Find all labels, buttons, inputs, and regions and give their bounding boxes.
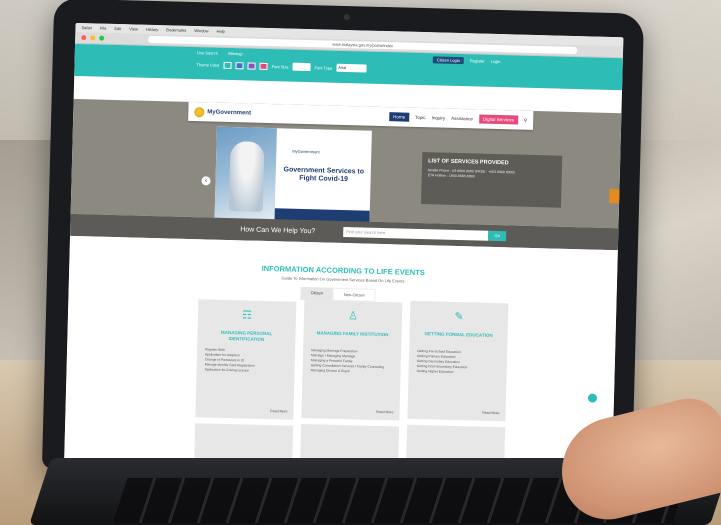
camera-icon: [343, 13, 350, 21]
nav-topic[interactable]: Topic: [415, 115, 426, 120]
menu-item[interactable]: File: [100, 26, 107, 31]
theme-label: Theme Color: [196, 61, 220, 68]
slide-title: Government Services to Fight Covid-19: [283, 166, 365, 184]
life-event-card[interactable]: ☶ MANAGING PERSONAL IDENTIFICATION Regis…: [195, 299, 297, 420]
theme-swatch[interactable]: [259, 62, 268, 70]
card-title: MANAGING FAMILY INSTITUTION: [316, 330, 389, 338]
feedback-tab[interactable]: [609, 188, 620, 204]
font-type-select[interactable]: Arial: [336, 63, 367, 73]
help-search-input[interactable]: Find your search here: [343, 227, 489, 241]
tab-citizen[interactable]: Citizen: [300, 286, 334, 301]
laptop-lid: Safari File Edit View History Bookmarks …: [41, 0, 645, 484]
font-size-label: Font Size: [271, 63, 289, 70]
life-event-card[interactable]: ♙ MANAGING FAMILY INSTITUTION Managing M…: [301, 300, 403, 421]
crest-icon: [194, 106, 205, 117]
font-type-label: Font Type: [314, 64, 333, 71]
card-title: MANAGING PERSONAL IDENTIFICATION: [220, 329, 273, 342]
family-icon: ♙: [347, 310, 359, 323]
card-title: GETTING FORMAL EDUCATION: [424, 331, 493, 338]
menu-item[interactable]: Window: [194, 28, 208, 33]
list-item[interactable]: Application for Driving License: [205, 367, 289, 374]
read-more-link[interactable]: Read More: [270, 409, 287, 413]
top-links: Live Search Sitemap: [197, 50, 243, 56]
theme-swatch[interactable]: [247, 61, 256, 70]
digital-services-button[interactable]: Digital Services: [478, 114, 519, 125]
life-event-card[interactable]: ✎ GETTING FORMAL EDUCATION Getting Pre-S…: [407, 300, 509, 422]
theme-swatch[interactable]: [223, 61, 232, 69]
help-search-button[interactable]: Go: [488, 230, 507, 242]
live-search-link[interactable]: Live Search: [197, 50, 218, 56]
tab-non-citizen[interactable]: Non-Citizen: [332, 287, 376, 302]
theme-swatch[interactable]: [235, 61, 244, 69]
nav-home[interactable]: Home: [389, 112, 410, 122]
card-list: Getting Pre-School Education Getting Pri…: [417, 349, 502, 376]
slide-logo: MyGovernment: [292, 148, 320, 155]
id-card-icon: ☶: [241, 309, 253, 322]
sitemap-link[interactable]: Sitemap: [228, 51, 243, 56]
close-window-button[interactable]: [81, 35, 87, 41]
logo-text: MyGovernment: [207, 108, 252, 117]
services-box[interactable]: LIST OF SERVICES PROVIDED Mobile Phone :…: [420, 152, 563, 208]
nav-menu: Home Topic Inquiry Assistance Digital Se…: [389, 112, 527, 125]
life-events-section: INFORMATION ACCORDING TO LIFE EVENTS Gui…: [64, 235, 618, 476]
menu-item[interactable]: Safari: [81, 25, 92, 30]
login-area: Citizen Login Register Login: [432, 56, 501, 65]
login-link[interactable]: Login: [491, 59, 501, 64]
register-link[interactable]: Register: [470, 58, 485, 63]
nav-assistance[interactable]: Assistance: [451, 116, 473, 122]
search-icon[interactable]: ⚲: [524, 117, 527, 123]
slide-photo: [214, 126, 277, 224]
site-logo[interactable]: MyGovernment: [194, 106, 252, 118]
nav-inquiry[interactable]: Inquiry: [432, 115, 446, 120]
menu-item[interactable]: Bookmarks: [166, 27, 186, 33]
menu-item[interactable]: Help: [217, 29, 225, 34]
read-more-link[interactable]: Read More: [376, 410, 393, 414]
laptop-screen: Safari File Edit View History Bookmarks …: [64, 22, 624, 476]
citizen-login-button[interactable]: Citizen Login: [432, 56, 464, 65]
education-icon: ✎: [454, 310, 464, 324]
menu-item[interactable]: History: [146, 27, 159, 32]
minimize-window-button[interactable]: [90, 35, 96, 41]
health-worker-image: [228, 141, 265, 212]
services-title: LIST OF SERVICES PROVIDED: [428, 158, 509, 167]
menu-item[interactable]: View: [129, 26, 138, 31]
read-more-link[interactable]: Read More: [482, 411, 499, 415]
accessibility-controls: Theme Color Font Size Font Type Arial: [196, 60, 367, 73]
card-list: Register Birth Application for Adoption …: [205, 347, 290, 374]
help-prompt: How Can We Help You?: [240, 225, 316, 235]
font-size-select[interactable]: [292, 62, 311, 72]
covid-slide[interactable]: MyGovernment Government Services to Figh…: [214, 126, 372, 226]
card-list: Managing Marriage Preparation Marriage /…: [311, 348, 396, 375]
menu-item[interactable]: Edit: [114, 26, 121, 31]
maximize-window-button[interactable]: [99, 35, 105, 41]
